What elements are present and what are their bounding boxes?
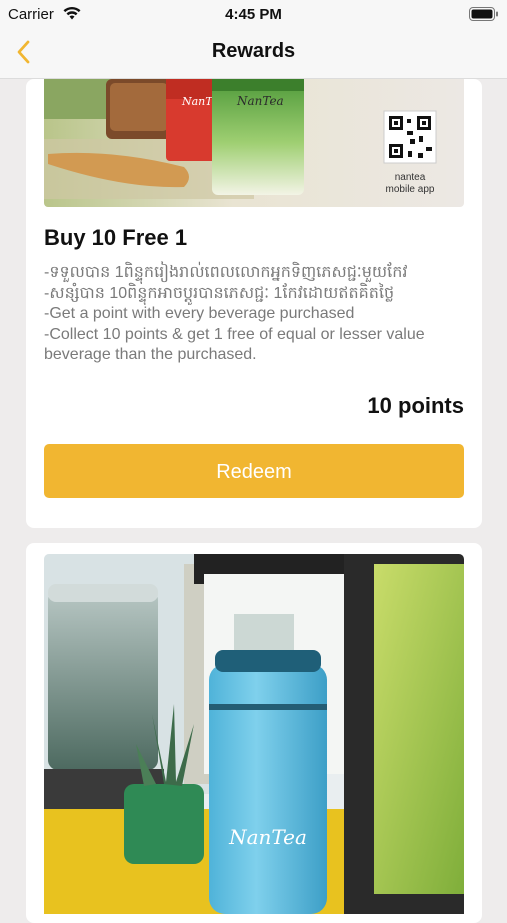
description-line: -Get a point with every beverage purchas… [44, 305, 355, 322]
description-line: -ទទួលបាន 1ពិន្ទុករៀងរាល់ពេលលោកអ្នកទិញភេស… [44, 264, 408, 281]
status-bar: Carrier 4:45 PM [0, 0, 507, 28]
brand-logo-text: NanTea [236, 94, 284, 108]
reward-banner-image: NanTea NanTea nantea mobile app [44, 79, 464, 207]
brand-logo-text: NanTea [228, 825, 307, 849]
description-line: beverage than the purchased. [44, 346, 257, 363]
reward-card: NanTea [26, 543, 482, 923]
qr-caption: nantea [395, 172, 426, 183]
page-title: Rewards [211, 40, 296, 62]
reward-card: NanTea NanTea nantea mobile app Buy 10 F… [26, 79, 482, 528]
description-line: -Collect 10 points & get 1 free of equal… [44, 325, 425, 343]
reward-title: Buy 10 Free 1 [44, 225, 188, 250]
reward-points: 10 points [367, 393, 464, 418]
redeem-button[interactable]: Redeem [44, 444, 464, 498]
qr-caption: mobile app [386, 184, 435, 195]
clock: 4:45 PM [225, 6, 282, 23]
battery-icon [469, 7, 499, 25]
description-line: -សន្សំបាន 10ពិន្ទុកអាចប្ដូរបានភេសជ្ជៈ 1ក… [44, 284, 395, 302]
navigation-bar: Rewards [0, 28, 507, 79]
reward-description: -ទទួលបាន 1ពិន្ទុករៀងរាល់ពេលលោកអ្នកទិញភេស… [44, 263, 464, 366]
reward-banner-image: NanTea [44, 554, 464, 914]
